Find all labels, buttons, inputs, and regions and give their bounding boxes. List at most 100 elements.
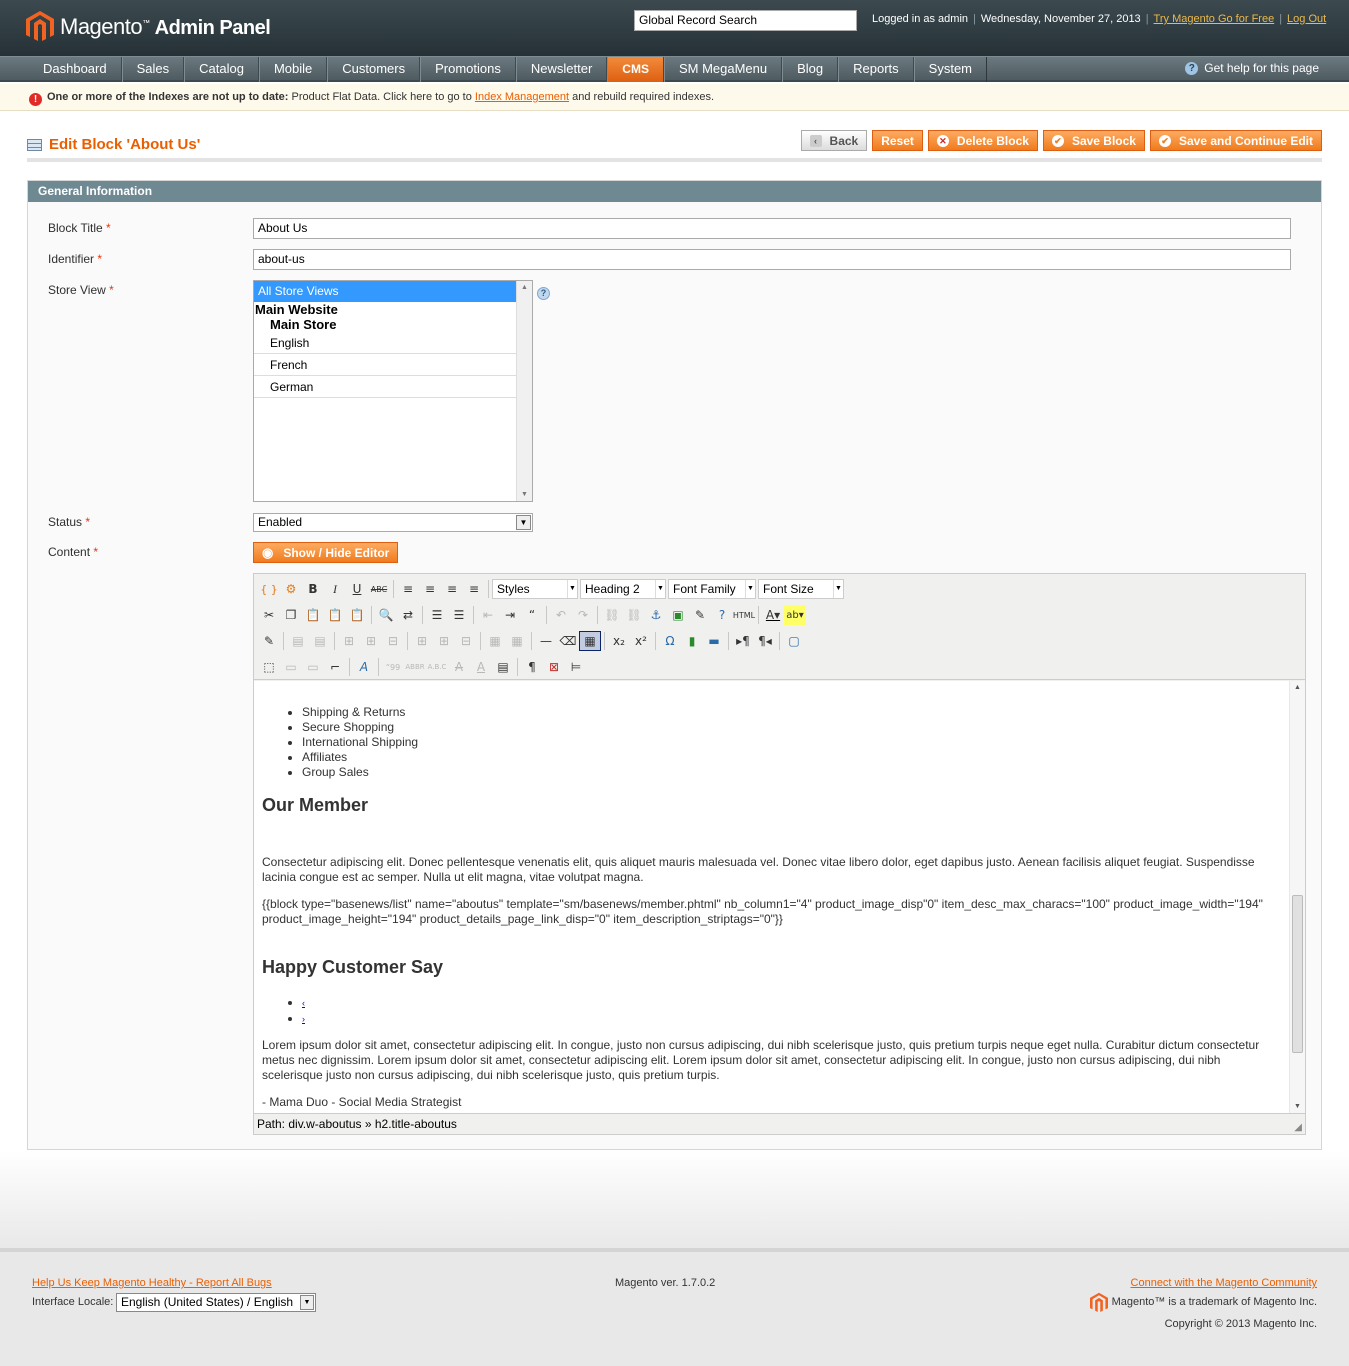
cleanup-icon[interactable]: ✎ [689, 605, 711, 625]
row-before-icon[interactable]: ⊞ [338, 631, 360, 651]
store-option-german[interactable]: German [254, 376, 516, 398]
ltr-icon[interactable]: ▸¶ [732, 631, 754, 651]
del-icon[interactable]: A [448, 657, 470, 677]
resize-handle-icon[interactable]: ◢ [1294, 1122, 1302, 1133]
nav-item-newsletter[interactable]: Newsletter [515, 57, 608, 82]
nav-item-system[interactable]: System [913, 57, 988, 82]
split-cells-icon[interactable]: ▦ [484, 631, 506, 651]
save-continue-button[interactable]: ✔ Save and Continue Edit [1149, 130, 1322, 151]
outdent-icon[interactable]: ⇤ [477, 605, 499, 625]
horizontal-line-icon[interactable]: ▬ [703, 631, 725, 651]
global-search-input[interactable]: Global Record Search [634, 10, 857, 31]
anchor-icon[interactable]: ⚓ [645, 605, 667, 625]
paste-text-icon[interactable]: 📋 [324, 605, 346, 625]
ins-icon[interactable]: A [470, 657, 492, 677]
pagebreak-icon[interactable]: ⊨ [565, 657, 587, 677]
logout-link[interactable]: Log Out [1287, 13, 1326, 25]
find-icon[interactable]: 🔍 [375, 605, 397, 625]
magento-logo[interactable]: Magento™ Admin Panel [26, 10, 271, 44]
merge-cells-icon[interactable]: ▦ [506, 631, 528, 651]
insert-layer2-icon[interactable]: ⬚ [258, 657, 280, 677]
move-backward-icon[interactable]: ▭ [302, 657, 324, 677]
font-size-select[interactable]: Font Size ▼ [758, 579, 844, 599]
replace-icon[interactable]: ⇄ [397, 605, 419, 625]
delete-row-icon[interactable]: ⊟ [382, 631, 404, 651]
delete-block-button[interactable]: ✕ Delete Block [927, 130, 1038, 151]
show-hide-editor-button[interactable]: ◉ Show / Hide Editor [253, 542, 399, 563]
link-icon[interactable]: ⛓ [601, 605, 623, 625]
store-option-all[interactable]: All Store Views [254, 281, 516, 302]
scroll-down-icon[interactable]: ▼ [1294, 1103, 1301, 1110]
cut-icon[interactable]: ✂ [258, 605, 280, 625]
acronym-icon[interactable]: A.B.C [426, 657, 448, 677]
special-char-icon[interactable]: Ω [659, 631, 681, 651]
nonbreaking-icon[interactable]: ⊠ [543, 657, 565, 677]
editor-scroll-thumb[interactable] [1292, 895, 1303, 1053]
underline-icon[interactable]: U [346, 579, 368, 599]
nav-item-cms[interactable]: CMS [607, 57, 664, 82]
align-center-icon[interactable]: ≡ [419, 579, 441, 599]
move-forward-icon[interactable]: ▭ [280, 657, 302, 677]
store-option-english[interactable]: English [254, 332, 516, 354]
remove-format-icon[interactable]: ⌫ [557, 631, 579, 651]
report-bugs-link[interactable]: Help Us Keep Magento Healthy - Report Al… [32, 1277, 272, 1289]
block-title-input[interactable]: About Us [253, 218, 1291, 239]
layer-props-icon[interactable]: ▤ [309, 631, 331, 651]
strikethrough-icon[interactable]: ABC [368, 579, 390, 599]
align-right-icon[interactable]: ≡ [441, 579, 463, 599]
styleprops-icon[interactable]: A [353, 657, 375, 677]
insert-layer-icon[interactable]: ▤ [287, 631, 309, 651]
community-link[interactable]: Connect with the Magento Community [1131, 1277, 1317, 1289]
identifier-input[interactable]: about-us [253, 249, 1291, 270]
store-view-scrollbar[interactable]: ▲ ▼ [516, 281, 532, 501]
redo-icon[interactable]: ↷ [572, 605, 594, 625]
row-after-icon[interactable]: ⊞ [360, 631, 382, 651]
nav-item-customers[interactable]: Customers [327, 57, 421, 82]
nav-item-catalog[interactable]: Catalog [184, 57, 259, 82]
fullscreen-icon[interactable]: ▢ [783, 631, 805, 651]
absolute-icon[interactable]: ⌐ [324, 657, 346, 677]
copy-icon[interactable]: ❐ [280, 605, 302, 625]
image-icon[interactable]: ▣ [667, 605, 689, 625]
save-block-button[interactable]: ✔ Save Block [1042, 130, 1145, 151]
try-magento-go-link[interactable]: Try Magento Go for Free [1154, 13, 1275, 25]
nav-item-sm-megamenu[interactable]: SM MegaMenu [663, 57, 783, 82]
edit-css-icon[interactable]: ✎ [258, 631, 280, 651]
editor-scrollbar[interactable]: ▲ ▼ [1289, 681, 1305, 1113]
status-select[interactable]: Enabled ▼ [253, 513, 533, 532]
nav-item-blog[interactable]: Blog [782, 57, 839, 82]
help-editor-icon[interactable]: ? [711, 605, 733, 625]
rtl-icon[interactable]: ¶◂ [754, 631, 776, 651]
abbr-icon[interactable]: ABBR [404, 657, 426, 677]
format-select[interactable]: Heading 2 ▼ [580, 579, 666, 599]
paste-word-icon[interactable]: 📋 [346, 605, 368, 625]
nav-item-mobile[interactable]: Mobile [258, 57, 328, 82]
show-blocks-icon[interactable]: ¶ [521, 657, 543, 677]
store-option-french[interactable]: French [254, 354, 516, 376]
insert-variable-icon[interactable]: { } [258, 579, 280, 599]
unlink-icon[interactable]: ⛓ [623, 605, 645, 625]
horizontal-rule-icon[interactable]: — [535, 631, 557, 651]
numbered-list-icon[interactable]: ☰ [448, 605, 470, 625]
help-link[interactable]: ? Get help for this page [1185, 61, 1319, 75]
bold-icon[interactable]: B [302, 579, 324, 599]
html-source-icon[interactable]: HTML [733, 605, 755, 625]
blockquote-icon[interactable]: “ [521, 605, 543, 625]
indent-icon[interactable]: ⇥ [499, 605, 521, 625]
italic-icon[interactable]: I [324, 579, 346, 599]
superscript-icon[interactable]: x² [630, 631, 652, 651]
nav-item-sales[interactable]: Sales [121, 57, 185, 82]
delete-col-icon[interactable]: ⊟ [455, 631, 477, 651]
cite-icon[interactable]: “99 [382, 657, 404, 677]
nav-item-dashboard[interactable]: Dashboard [29, 57, 122, 82]
bullet-list-icon[interactable]: ☰ [426, 605, 448, 625]
prev-link[interactable]: ‹ [302, 998, 305, 1008]
nav-item-promotions[interactable]: Promotions [420, 57, 516, 82]
store-view-multiselect[interactable]: All Store Views Main Website Main Store … [253, 280, 533, 502]
align-justify-icon[interactable]: ≡ [463, 579, 485, 599]
col-after-icon[interactable]: ⊞ [433, 631, 455, 651]
back-button[interactable]: ‹ Back [800, 130, 868, 151]
reset-button[interactable]: Reset [872, 130, 923, 151]
insert-widget-icon[interactable]: ⚙ [280, 579, 302, 599]
nav-item-reports[interactable]: Reports [838, 57, 914, 82]
